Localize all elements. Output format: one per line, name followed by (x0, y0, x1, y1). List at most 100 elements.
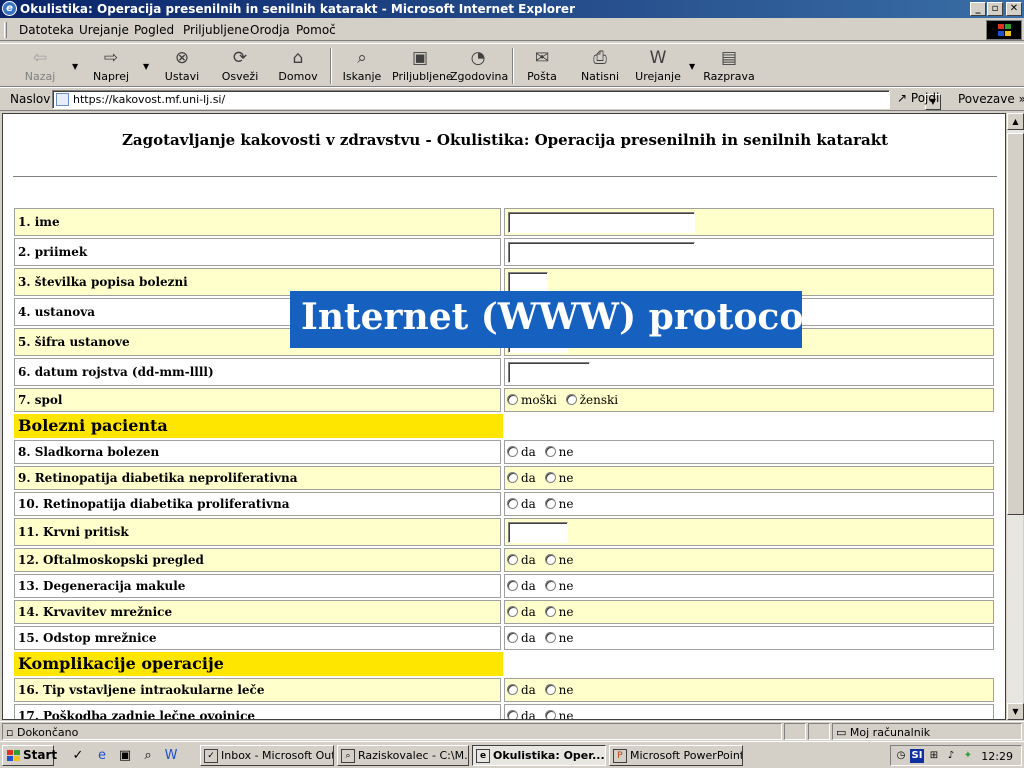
links-button[interactable]: Povezave » (958, 92, 1024, 106)
radio-label: ne (558, 683, 574, 697)
scroll-thumb[interactable] (1007, 133, 1024, 515)
field-value-cell: da ne (504, 466, 994, 490)
radio-label: da (521, 579, 536, 593)
yes-radio[interactable] (507, 446, 518, 457)
no-radio[interactable] (544, 710, 556, 719)
yes-radio[interactable] (507, 580, 518, 591)
task-outlook[interactable]: ✓ Inbox - Microsoft Outl... (200, 745, 334, 766)
radio-label: ne (558, 497, 574, 511)
mail-icon: ✉ (534, 48, 550, 68)
stevilka-popisa-input[interactable] (508, 272, 548, 293)
standard-toolbar: ⇦ Nazaj ▼ ⇨ Naprej ▼ ⊗ Ustavi ⟳ Osveži ⌂… (0, 43, 1024, 87)
form-row-ime: 1. ime (14, 208, 994, 236)
page-title: Zagotavljanje kakovosti v zdravstvu - Ok… (121, 131, 889, 149)
priimek-input[interactable] (508, 242, 695, 263)
slide-caption: Internet (WWW) protocol (290, 291, 802, 348)
no-radio[interactable] (544, 498, 556, 509)
field-value-cell: da ne (504, 600, 994, 624)
radio-label: da (521, 497, 536, 511)
task-okulistika[interactable]: e Okulistika: Oper... (472, 745, 606, 766)
no-radio[interactable] (544, 606, 556, 617)
volume-tray-icon[interactable]: ♪ (944, 749, 958, 763)
edit-dropdown-icon[interactable]: ▼ (689, 62, 695, 71)
vertical-scrollbar[interactable]: ▲ ▼ (1006, 113, 1024, 720)
back-dropdown-icon[interactable]: ▼ (72, 62, 78, 71)
forward-dropdown-icon[interactable]: ▼ (143, 62, 149, 71)
word-quicklaunch-icon[interactable]: W (163, 748, 179, 764)
search-quicklaunch-icon[interactable]: ⌕ (140, 748, 156, 764)
ie-quicklaunch-icon[interactable]: e (94, 748, 110, 764)
task-powerpoint[interactable]: P Microsoft PowerPoint... (609, 745, 743, 766)
yes-radio[interactable] (507, 710, 518, 719)
update-tray-icon[interactable]: ✦ (961, 749, 975, 763)
menu-help[interactable]: Pomoč (296, 23, 336, 37)
yes-radio[interactable] (507, 472, 518, 483)
form-row-retinopatija-neproliferativna: 9. Retinopatija diabetika neproliferativ… (14, 466, 994, 490)
no-radio[interactable] (544, 446, 556, 457)
address-input[interactable]: https://kakovost.mf.uni-lj.si/ ▼ (52, 90, 941, 110)
forward-arrow-icon: ⇨ (103, 48, 119, 68)
mail-button[interactable]: ✉ Pošta (520, 48, 564, 86)
search-button[interactable]: ⌕ Iskanje (340, 48, 384, 86)
back-button[interactable]: ⇦ Nazaj (18, 48, 62, 86)
datum-rojstva-input[interactable] (508, 362, 590, 383)
desktop-quicklaunch-icon[interactable]: ▣ (117, 748, 133, 764)
language-indicator[interactable]: SI (910, 749, 924, 763)
scroll-up-button[interactable]: ▲ (1007, 113, 1024, 130)
powerpoint-icon: P (613, 749, 627, 763)
address-url[interactable]: https://kakovost.mf.uni-lj.si/ (73, 93, 225, 106)
field-label: 2. priimek (14, 238, 501, 266)
window-title-bar[interactable]: e Okulistika: Operacija presenilnih in s… (0, 0, 1024, 18)
favorites-button[interactable]: ▣ Priljubljene (392, 48, 453, 86)
forward-button[interactable]: ⇨ Naprej (88, 48, 134, 86)
form-row-degeneracija-makule: 13. Degeneracija makule da ne (14, 574, 994, 598)
yes-radio[interactable] (507, 684, 518, 695)
favorites-label: Priljubljene (392, 70, 453, 83)
address-label: Naslov (10, 92, 51, 106)
edit-button[interactable]: W Urejanje (634, 48, 682, 86)
no-radio[interactable] (544, 580, 556, 591)
krvni-pritisk-input[interactable] (508, 522, 568, 543)
print-button[interactable]: ⎙ Natisni (578, 48, 622, 86)
home-button[interactable]: ⌂ Domov (276, 48, 320, 86)
radio-label: moški (521, 393, 557, 407)
refresh-button[interactable]: ⟳ Osveži (218, 48, 262, 86)
minimize-button[interactable]: _ (970, 2, 986, 16)
outlook-quicklaunch-icon[interactable]: ✓ (70, 748, 86, 764)
status-text-panel: ▫ Dokončano (2, 723, 782, 740)
menu-view[interactable]: Pogled (134, 23, 174, 37)
yes-radio[interactable] (507, 498, 518, 509)
history-button[interactable]: ◔ Zgodovina (450, 48, 508, 86)
taskbar: Start ✓ e ▣ ⌕ W ✓ Inbox - Microsoft Outl… (0, 741, 1024, 768)
menu-tools[interactable]: Orodja (250, 23, 290, 37)
yes-radio[interactable] (507, 632, 518, 643)
spol-moski-radio[interactable] (507, 394, 518, 405)
stop-button[interactable]: ⊗ Ustavi (160, 48, 204, 86)
form-row-priimek: 2. priimek (14, 238, 994, 266)
toolbar-separator (512, 48, 514, 84)
no-radio[interactable] (544, 632, 556, 643)
yes-radio[interactable] (507, 554, 518, 565)
maximize-button[interactable]: ▫ (987, 2, 1003, 16)
go-button[interactable]: ↗ Pojdi (897, 91, 939, 105)
network-tray-icon[interactable]: ⊞ (927, 749, 941, 763)
no-radio[interactable] (544, 554, 556, 565)
scroll-down-button[interactable]: ▼ (1007, 703, 1024, 720)
spol-zenski-radio[interactable] (565, 394, 577, 405)
form-row-poskodba-ovojnice: 17. Poškodba zadnje lečne ovojnice da ne (14, 704, 994, 719)
task-explorer[interactable]: ⌕ Raziskovalec - C:\M... (337, 745, 469, 766)
field-label: 11. Krvni pritisk (14, 518, 501, 546)
ime-input[interactable] (508, 212, 695, 233)
menu-edit[interactable]: Urejanje (79, 23, 129, 37)
no-radio[interactable] (544, 472, 556, 483)
start-button[interactable]: Start (2, 745, 57, 766)
form-row-retinopatija-proliferativna: 10. Retinopatija diabetika proliferativn… (14, 492, 994, 516)
schedule-tray-icon[interactable]: ◷ (894, 749, 908, 763)
no-radio[interactable] (544, 684, 556, 695)
menu-favorites[interactable]: Priljubljene (183, 23, 249, 37)
yes-radio[interactable] (507, 606, 518, 617)
discuss-button[interactable]: ▤ Razprava (703, 48, 755, 86)
clock[interactable]: 12:29 (981, 750, 1013, 763)
close-button[interactable]: ✕ (1006, 2, 1022, 16)
menu-file[interactable]: Datoteka (19, 23, 74, 37)
